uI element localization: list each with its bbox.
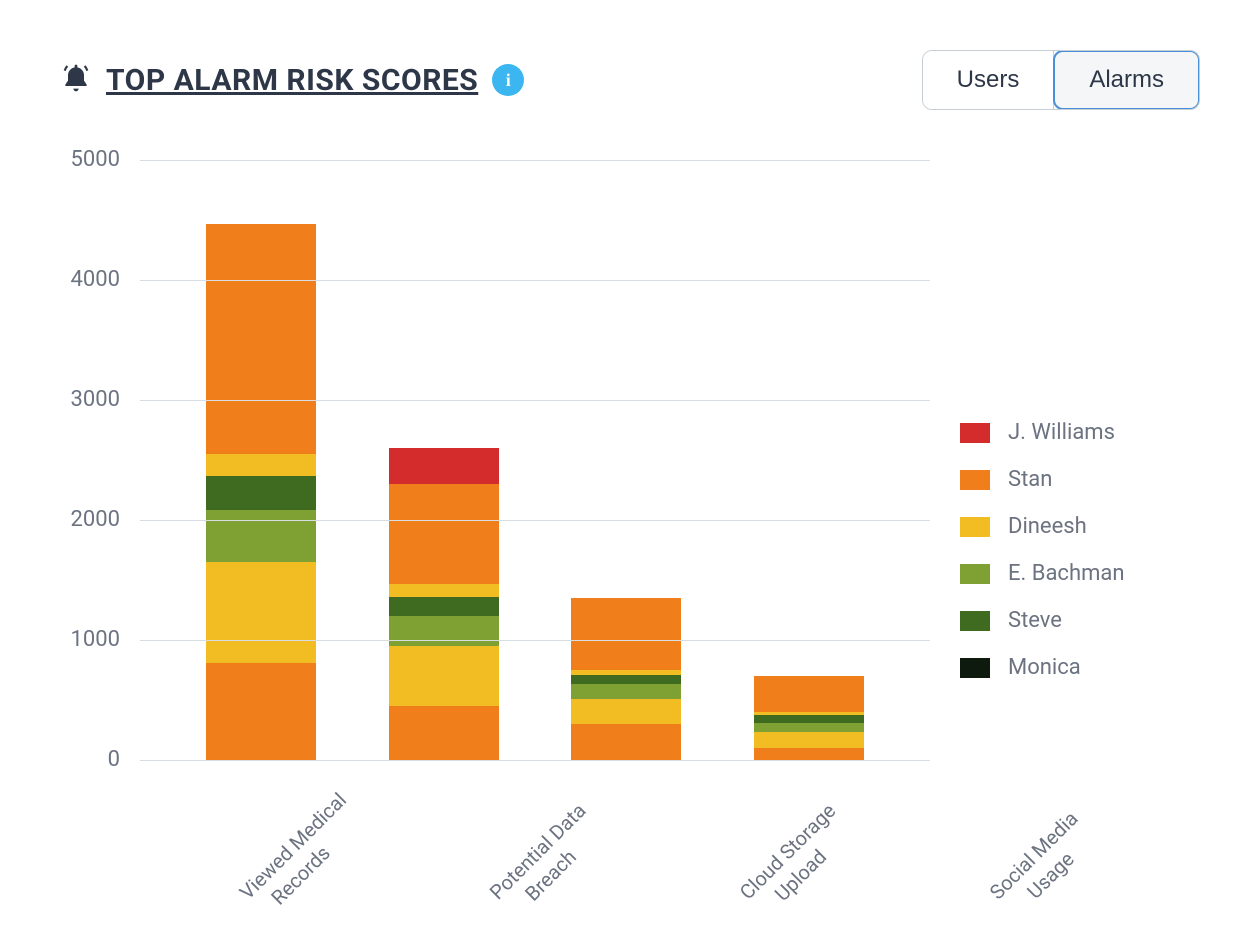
bar-segment: [754, 732, 864, 748]
page-title[interactable]: TOP ALARM RISK SCORES: [106, 63, 478, 98]
bar[interactable]: [754, 676, 864, 760]
bar-segment: [206, 663, 316, 687]
bar-segment: [571, 598, 681, 670]
bar-segment: [754, 723, 864, 733]
x-axis-label: Social MediaUsage: [984, 809, 1099, 924]
gridline: [140, 640, 930, 641]
bar-segment: [206, 476, 316, 510]
legend-swatch: [960, 517, 990, 537]
legend-swatch: [960, 611, 990, 631]
legend-swatch: [960, 470, 990, 490]
legend-label: E. Bachman: [1008, 561, 1124, 586]
plot-area: [140, 160, 930, 760]
legend-item[interactable]: Stan: [960, 467, 1124, 492]
title-group: TOP ALARM RISK SCORES i: [60, 62, 524, 98]
legend-item[interactable]: J. Williams: [960, 420, 1124, 445]
y-tick: 0: [108, 749, 120, 771]
legend-label: Steve: [1008, 608, 1062, 633]
chart: 500040003000200010000 J. WilliamsStanDin…: [60, 160, 1200, 760]
info-icon[interactable]: i: [492, 64, 524, 96]
bar-segment: [571, 736, 681, 760]
y-tick: 1000: [71, 629, 120, 651]
legend-swatch: [960, 423, 990, 443]
bar-segment: [389, 706, 499, 718]
y-tick: 5000: [71, 149, 120, 171]
bar-segment: [389, 646, 499, 706]
toggle-users-button[interactable]: Users: [923, 51, 1055, 109]
bar[interactable]: [206, 224, 316, 760]
bar-segment: [389, 448, 499, 484]
bar-segment: [571, 724, 681, 736]
bar-segment: [389, 616, 499, 646]
legend-swatch: [960, 564, 990, 584]
bar-segment: [754, 715, 864, 722]
header: TOP ALARM RISK SCORES i Users Alarms: [60, 50, 1200, 110]
y-tick: 4000: [71, 269, 120, 291]
legend-item[interactable]: Monica: [960, 655, 1124, 680]
legend-label: J. Williams: [1008, 420, 1115, 445]
y-axis: 500040003000200010000: [60, 160, 120, 760]
bar-segment: [206, 224, 316, 454]
gridline: [140, 160, 930, 161]
toggle-alarms-button[interactable]: Alarms: [1053, 50, 1200, 110]
bar-segment: [206, 687, 316, 760]
chart-plot: 500040003000200010000: [60, 160, 930, 760]
legend-item[interactable]: Dineesh: [960, 514, 1124, 539]
bar[interactable]: [389, 448, 499, 760]
bell-icon: [60, 62, 92, 98]
legend: J. Williams Stan Dineesh E. Bachman Steve Mon…: [960, 420, 1124, 680]
bar-segment: [754, 676, 864, 712]
bar-segment: [571, 675, 681, 683]
y-tick: 2000: [71, 509, 120, 531]
legend-item[interactable]: Steve: [960, 608, 1124, 633]
legend-label: Dineesh: [1008, 514, 1087, 539]
bar-segment: [206, 454, 316, 476]
legend-label: Stan: [1008, 467, 1052, 492]
bar-segment: [389, 718, 499, 760]
gridline: [140, 520, 930, 521]
gridline: [140, 760, 930, 761]
gridline: [140, 400, 930, 401]
bar-segment: [389, 484, 499, 584]
x-axis-label: Viewed MedicalRecords: [234, 809, 349, 924]
bar-segment: [389, 597, 499, 616]
legend-item[interactable]: E. Bachman: [960, 561, 1124, 586]
bar[interactable]: [571, 598, 681, 760]
y-tick: 3000: [71, 389, 120, 411]
bar-segment: [389, 584, 499, 597]
legend-swatch: [960, 658, 990, 678]
bar-segment: [571, 699, 681, 724]
bar-segment: [206, 510, 316, 563]
legend-label: Monica: [1008, 655, 1081, 680]
gridline: [140, 280, 930, 281]
x-axis-label: Potential DataBreach: [484, 809, 599, 924]
bar-segment: [571, 684, 681, 700]
x-axis-labels: Viewed MedicalRecordsPotential DataBreac…: [140, 796, 1200, 848]
bars-container: [140, 160, 930, 760]
bar-segment: [206, 562, 316, 662]
view-toggle: Users Alarms: [922, 50, 1200, 110]
x-axis-label: Cloud StorageUpload: [734, 809, 849, 924]
